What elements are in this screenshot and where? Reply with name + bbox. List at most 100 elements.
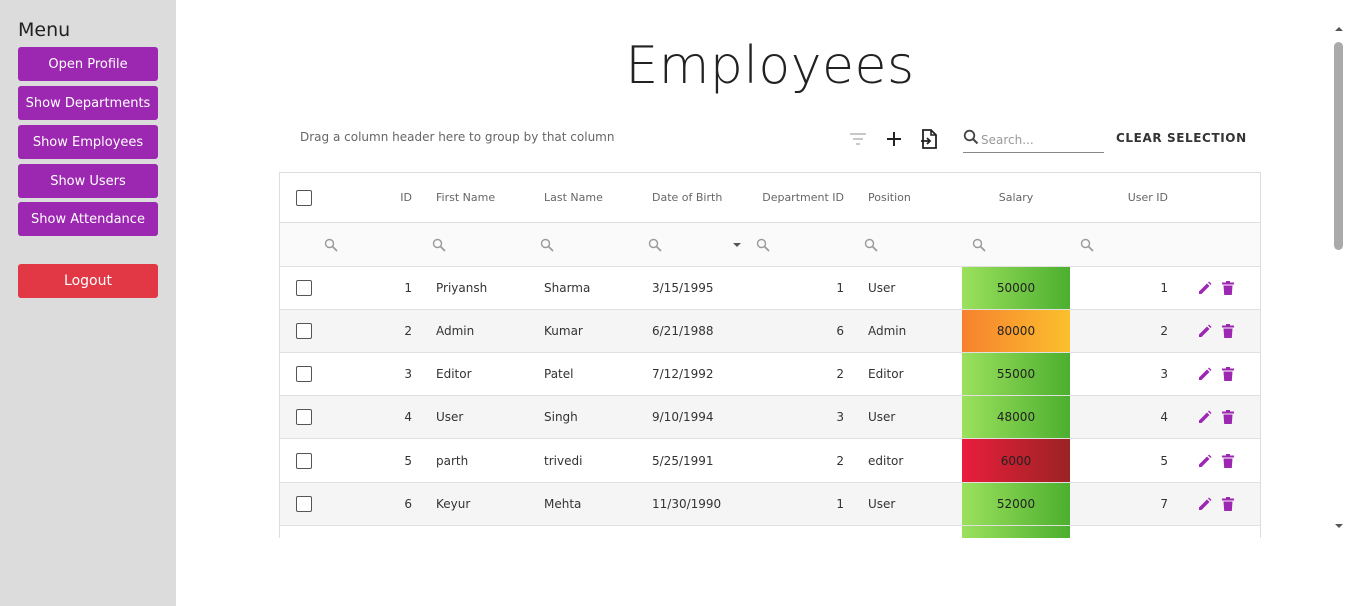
cell-salary-partial xyxy=(962,526,1070,538)
table-row-partial xyxy=(280,526,1260,538)
cell-id: 3 xyxy=(404,367,412,381)
filter-search-icon[interactable] xyxy=(324,223,338,266)
column-header-last-name[interactable]: Last Name xyxy=(544,173,603,222)
cell-salary: 50000 xyxy=(962,267,1070,309)
delete-icon[interactable] xyxy=(1220,353,1236,395)
cell-user-id: 4 xyxy=(1160,410,1168,424)
sidebar: Menu Open Profile Show Departments Show … xyxy=(0,0,176,606)
scroll-up-icon[interactable] xyxy=(1333,24,1345,34)
cell-last-name: Singh xyxy=(544,410,578,424)
row-checkbox[interactable] xyxy=(296,496,312,512)
table-row[interactable]: 5 parth trivedi 5/25/1991 2 editor 6000 … xyxy=(280,439,1260,483)
show-users-button[interactable]: Show Users xyxy=(18,164,158,198)
column-header-date-of-birth[interactable]: Date of Birth xyxy=(652,173,722,222)
cell-salary: 80000 xyxy=(962,310,1070,352)
cell-position: User xyxy=(868,497,896,511)
cell-date-of-birth: 11/30/1990 xyxy=(652,497,722,511)
scrollbar-thumb[interactable] xyxy=(1334,42,1343,250)
cell-last-name: Sharma xyxy=(544,281,591,295)
show-employees-button[interactable]: Show Employees xyxy=(18,125,158,159)
filter-icon[interactable] xyxy=(846,127,870,151)
row-checkbox[interactable] xyxy=(296,452,312,469)
column-header-id[interactable]: ID xyxy=(360,173,412,222)
cell-position: Admin xyxy=(868,324,907,338)
search-input[interactable] xyxy=(981,132,1099,147)
table-row[interactable]: 1 Priyansh Sharma 3/15/1995 1 User 50000… xyxy=(280,267,1260,310)
filter-search-icon[interactable] xyxy=(1080,223,1094,266)
grid-filter-row xyxy=(280,223,1260,267)
employees-grid: ID First Name Last Name Date of Birth De… xyxy=(279,172,1261,538)
cell-first-name: Priyansh xyxy=(436,281,488,295)
row-checkbox[interactable] xyxy=(296,323,312,339)
open-profile-button[interactable]: Open Profile xyxy=(18,47,158,81)
cell-position: User xyxy=(868,410,896,424)
cell-department-id: 6 xyxy=(836,324,844,338)
page-scrollbar[interactable] xyxy=(1330,18,1348,538)
search-field xyxy=(963,127,1104,153)
column-header-salary[interactable]: Salary xyxy=(962,173,1070,222)
cell-date-of-birth: 7/12/1992 xyxy=(652,367,714,381)
cell-position: Editor xyxy=(868,367,904,381)
delete-icon[interactable] xyxy=(1220,310,1236,352)
row-select-cell xyxy=(296,353,312,395)
cell-date-of-birth: 3/15/1995 xyxy=(652,281,714,295)
export-icon[interactable] xyxy=(917,127,941,151)
cell-department-id: 3 xyxy=(836,410,844,424)
column-header-user-id[interactable]: User ID xyxy=(1080,173,1168,222)
add-icon[interactable] xyxy=(882,127,906,151)
cell-department-id: 2 xyxy=(836,367,844,381)
chevron-down-icon[interactable] xyxy=(732,223,742,266)
filter-search-icon[interactable] xyxy=(432,223,446,266)
delete-icon[interactable] xyxy=(1220,396,1236,438)
row-select-cell xyxy=(296,267,312,309)
row-checkbox[interactable] xyxy=(296,366,312,382)
filter-search-icon[interactable] xyxy=(540,223,554,266)
delete-icon[interactable] xyxy=(1220,267,1236,309)
table-row[interactable]: 4 User Singh 9/10/1994 3 User 48000 4 xyxy=(280,396,1260,439)
show-attendance-button[interactable]: Show Attendance xyxy=(18,202,158,236)
row-select-cell xyxy=(296,483,312,525)
select-all-checkbox[interactable] xyxy=(296,189,312,206)
cell-id: 6 xyxy=(404,497,412,511)
row-checkbox[interactable] xyxy=(296,280,312,296)
clear-selection-button[interactable]: CLEAR SELECTION xyxy=(1116,128,1247,148)
row-select-cell xyxy=(296,396,312,438)
scroll-down-icon[interactable] xyxy=(1333,521,1345,531)
cell-last-name: Mehta xyxy=(544,497,582,511)
logout-button[interactable]: Logout xyxy=(18,264,158,298)
cell-salary: 55000 xyxy=(962,353,1070,395)
group-panel[interactable]: Drag a column header here to group by th… xyxy=(300,130,614,144)
edit-icon[interactable] xyxy=(1197,310,1213,352)
cell-user-id: 5 xyxy=(1160,453,1168,468)
filter-search-icon[interactable] xyxy=(756,223,770,266)
cell-department-id: 1 xyxy=(836,281,844,295)
edit-icon[interactable] xyxy=(1197,353,1213,395)
select-all-cell xyxy=(296,173,312,222)
cell-last-name: Kumar xyxy=(544,324,583,338)
cell-id: 1 xyxy=(404,281,412,295)
cell-id: 5 xyxy=(404,453,412,468)
cell-user-id: 3 xyxy=(1160,367,1168,381)
edit-icon[interactable] xyxy=(1197,396,1213,438)
cell-first-name: User xyxy=(436,410,464,424)
filter-search-icon[interactable] xyxy=(864,223,878,266)
table-row[interactable]: 6 Keyur Mehta 11/30/1990 1 User 52000 7 xyxy=(280,483,1260,526)
filter-search-icon[interactable] xyxy=(648,223,662,266)
row-checkbox[interactable] xyxy=(296,409,312,425)
edit-icon[interactable] xyxy=(1197,439,1213,482)
delete-icon[interactable] xyxy=(1220,439,1236,482)
cell-date-of-birth: 9/10/1994 xyxy=(652,410,714,424)
table-row[interactable]: 2 Admin Kumar 6/21/1988 6 Admin 80000 2 xyxy=(280,310,1260,353)
column-header-department-id[interactable]: Department ID xyxy=(760,173,844,222)
search-icon xyxy=(963,129,979,150)
filter-search-icon[interactable] xyxy=(972,223,986,266)
edit-icon[interactable] xyxy=(1197,267,1213,309)
column-header-position[interactable]: Position xyxy=(868,173,911,222)
show-departments-button[interactable]: Show Departments xyxy=(18,86,158,120)
edit-icon[interactable] xyxy=(1197,483,1213,525)
column-header-first-name[interactable]: First Name xyxy=(436,173,495,222)
menu-title: Menu xyxy=(18,19,71,41)
delete-icon[interactable] xyxy=(1220,483,1236,525)
grid-header-row: ID First Name Last Name Date of Birth De… xyxy=(280,173,1260,223)
table-row[interactable]: 3 Editor Patel 7/12/1992 2 Editor 55000 … xyxy=(280,353,1260,396)
